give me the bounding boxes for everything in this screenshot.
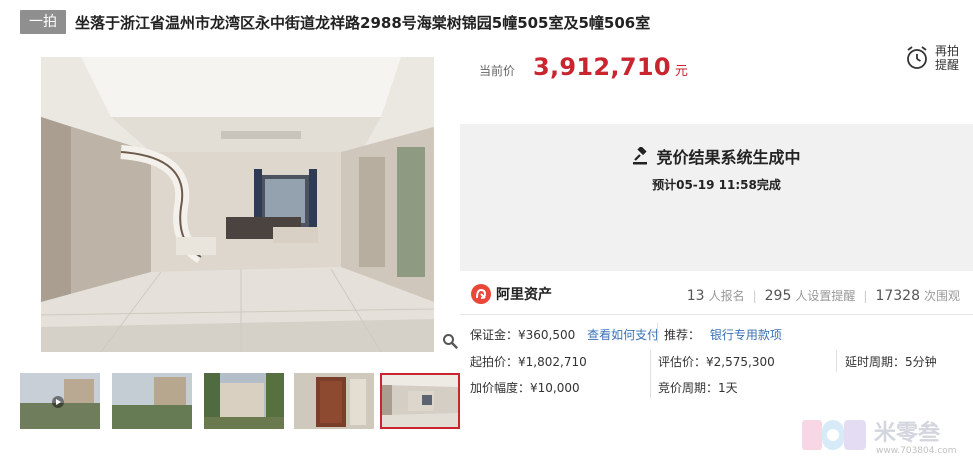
recommend-row: 推荐： 银行专用款项	[664, 326, 782, 343]
auction-status-panel: 竞价结果系统生成中 预计05-19 11:58完成	[460, 124, 973, 271]
main-photo[interactable]	[41, 57, 434, 352]
page-title: 坐落于浙江省温州市龙湾区永中街道龙祥路2988号海棠树锦园5幢505室及5幢50…	[75, 13, 651, 32]
stat-divider: |	[752, 289, 757, 303]
eval-price-value: ¥2,575,300	[706, 355, 775, 369]
stats-bar: 13 人报名 | 295 人设置提醒 | 17328 次围观	[687, 287, 960, 304]
watermark-logo	[802, 420, 866, 450]
status-subtitle: 预计05-19 11:58完成	[652, 178, 781, 192]
deposit-row: 保证金：¥360,500 查看如何支付	[470, 326, 659, 343]
re-auction-remind-button[interactable]: 再拍 提醒	[905, 42, 965, 74]
thumbnail-strip	[20, 373, 460, 429]
bid-cycle-row: 竞价周期：1天	[658, 379, 738, 396]
how-to-pay-link[interactable]: 查看如何支付	[587, 328, 659, 342]
thumbnail-5-selected[interactable]	[380, 373, 460, 429]
delay-cycle-row: 延时周期：5分钟	[845, 353, 937, 370]
bid-cycle-value: 1天	[718, 381, 738, 395]
thumbnail-4[interactable]	[294, 373, 374, 429]
remind-label-line1: 再拍	[935, 44, 960, 58]
delay-cycle-value: 5分钟	[905, 355, 937, 369]
current-price-label: 当前价	[479, 64, 516, 78]
bid-cycle-label: 竞价周期：	[658, 381, 719, 395]
magnifier-icon	[443, 334, 458, 349]
ali-asset-logo	[471, 284, 491, 304]
watermark-url: www.703804.com	[876, 446, 957, 456]
eval-price-label: 评估价：	[658, 355, 707, 369]
current-price-value: 3,912,710	[533, 53, 671, 81]
signup-label: 人报名	[708, 289, 745, 303]
zoom-button[interactable]	[439, 330, 461, 352]
section-divider	[460, 314, 973, 315]
remind-label: 再拍 提醒	[935, 44, 959, 72]
thumbnail-1[interactable]	[20, 373, 100, 429]
watermark: 米零叁 www.703804.com	[800, 414, 970, 460]
recommend-label: 推荐：	[664, 328, 701, 342]
remind-count-label: 人设置提醒	[795, 289, 856, 303]
increment-value: ¥10,000	[530, 381, 580, 395]
column-divider	[657, 323, 658, 343]
gavel-icon	[633, 147, 648, 165]
start-price-row: 起拍价：¥1,802,710	[470, 353, 587, 370]
eval-price-row: 评估价：¥2,575,300	[658, 353, 775, 370]
status-title: 竞价结果系统生成中	[656, 148, 801, 167]
column-divider	[650, 350, 651, 398]
remind-label-line2: 提醒	[935, 58, 960, 72]
view-label: 次围观	[923, 289, 960, 303]
deposit-label: 保证金：	[470, 328, 519, 342]
alarm-clock-icon	[907, 46, 927, 69]
thumbnail-2[interactable]	[112, 373, 192, 429]
current-price-unit: 元	[674, 64, 688, 79]
status-title-row: 竞价结果系统生成中	[460, 144, 973, 168]
signup-count: 13	[686, 288, 705, 304]
delay-cycle-label: 延时周期：	[845, 355, 906, 369]
watermark-text: 米零叁	[874, 421, 941, 446]
stat-divider: |	[863, 289, 868, 303]
start-price-value: ¥1,802,710	[518, 355, 587, 369]
start-price-label: 起拍价：	[470, 355, 519, 369]
deposit-value: ¥360,500	[518, 328, 576, 342]
thumbnail-3[interactable]	[204, 373, 284, 429]
agency-name: 阿里资产	[496, 287, 552, 303]
auction-round-tag: 一拍	[20, 10, 66, 34]
agency-row: 阿里资产 13 人报名 | 295 人设置提醒 | 17328 次围观	[460, 282, 973, 310]
title-row: 一拍 坐落于浙江省温州市龙湾区永中街道龙祥路2988号海棠树锦园5幢505室及5…	[20, 9, 650, 35]
current-price-row: 当前价 3,912,710 元	[479, 53, 688, 81]
increment-label: 加价幅度：	[470, 381, 531, 395]
increment-row: 加价幅度：¥10,000	[470, 379, 580, 396]
remind-count: 295	[764, 288, 792, 304]
view-count: 17328	[875, 288, 920, 304]
column-divider	[836, 350, 837, 372]
agency-logo[interactable]: 阿里资产	[471, 284, 552, 304]
bank-special-fund-link[interactable]: 银行专用款项	[710, 328, 782, 342]
